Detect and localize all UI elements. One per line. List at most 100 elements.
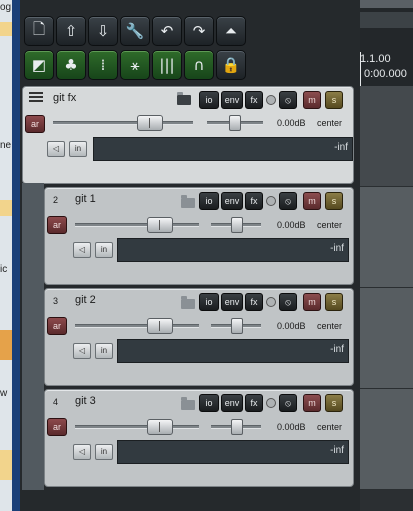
automation-read-button[interactable]: ar: [47, 418, 67, 436]
timeline-marker-label: 1.1.00: [360, 53, 391, 65]
record-arm-indicator-icon: [266, 95, 276, 105]
volume-slider-track[interactable]: [75, 324, 199, 328]
pan-slider-knob[interactable]: [231, 217, 243, 233]
fx-button[interactable]: fx: [245, 293, 263, 311]
redo-icon[interactable]: ↷: [184, 16, 214, 46]
volume-slider-knob[interactable]: [137, 115, 163, 131]
envelope-button[interactable]: env: [221, 394, 243, 412]
track-4[interactable]: 4 git 3 io env fx ⦸ m s ar 0.00dB center ◁ in -inf: [44, 389, 354, 487]
track-list-icon[interactable]: [29, 91, 43, 103]
master-track[interactable]: git fx io env fx ⦸ m s ar 0.00dB center …: [22, 86, 354, 184]
automation-read-button[interactable]: ar: [25, 115, 45, 133]
record-arm-indicator-icon: [266, 398, 276, 408]
track-name[interactable]: git 3: [75, 395, 96, 407]
desktop-icon: [0, 22, 12, 36]
io-button[interactable]: io: [199, 394, 219, 412]
volume-slider-track[interactable]: [53, 121, 193, 125]
peak-meter: -inf: [93, 137, 353, 161]
record-arm-indicator-icon: [266, 196, 276, 206]
folder-icon[interactable]: [181, 195, 195, 208]
automation-read-button[interactable]: ar: [47, 216, 67, 234]
item-grouping-icon[interactable]: |||: [152, 50, 182, 80]
arrange-lane: [360, 86, 413, 187]
track-number: 4: [53, 397, 59, 407]
phase-invert-icon[interactable]: ⦸: [279, 293, 297, 311]
input-button[interactable]: in: [95, 242, 113, 258]
track-number: 2: [53, 195, 59, 205]
solo-button[interactable]: s: [325, 394, 343, 412]
track-2[interactable]: 2 git 1 io env fx ⦸ m s ar 0.00dB center ◁ in -inf: [44, 187, 354, 285]
input-button[interactable]: in: [69, 141, 87, 157]
phase-invert-icon[interactable]: ⦸: [279, 394, 297, 412]
preferences-wrench-icon[interactable]: 🔧: [120, 16, 150, 46]
automation-read-button[interactable]: ar: [47, 317, 67, 335]
phase-invert-icon[interactable]: ⦸: [279, 192, 297, 210]
folder-icon[interactable]: [181, 296, 195, 309]
record-arm-indicator-icon: [266, 297, 276, 307]
envelope-button[interactable]: env: [221, 293, 243, 311]
timeline-position-label: 0:00.000: [364, 68, 407, 80]
fx-button[interactable]: fx: [245, 394, 263, 412]
snap-grid-icon[interactable]: ⁞: [88, 50, 118, 80]
meter-readout: -inf: [330, 445, 344, 456]
ripple-editing-icon[interactable]: ⚹: [120, 50, 150, 80]
timeline-ruler[interactable]: 1.1.00 0:00.000: [360, 0, 413, 86]
mute-button[interactable]: m: [303, 293, 321, 311]
meter-readout: -inf: [330, 344, 344, 355]
monitor-speaker-icon[interactable]: ◁: [73, 242, 91, 258]
phase-invert-icon[interactable]: ⦸: [279, 91, 297, 109]
folder-icon[interactable]: [177, 92, 191, 105]
track-3[interactable]: 3 git 2 io env fx ⦸ m s ar 0.00dB center ◁ in -inf: [44, 288, 354, 386]
input-button[interactable]: in: [95, 343, 113, 359]
track-name[interactable]: git 2: [75, 294, 96, 306]
undo-icon[interactable]: ↶: [152, 16, 182, 46]
folder-icon[interactable]: [181, 397, 195, 410]
desktop-text-fragment: ne: [0, 140, 12, 151]
solo-button[interactable]: s: [325, 293, 343, 311]
volume-slider-knob[interactable]: [147, 419, 173, 435]
open-project-icon[interactable]: ⇧: [56, 16, 86, 46]
arrange-lane: [360, 288, 413, 389]
monitor-speaker-icon[interactable]: ◁: [73, 343, 91, 359]
auto-crossfade-icon[interactable]: ◩: [24, 50, 54, 80]
volume-slider-knob[interactable]: [147, 318, 173, 334]
volume-readout: 0.00dB: [277, 118, 306, 128]
input-button[interactable]: in: [95, 444, 113, 460]
fx-button[interactable]: fx: [245, 192, 263, 210]
lock-icon[interactable]: 🔒: [216, 50, 246, 80]
volume-slider-knob[interactable]: [147, 217, 173, 233]
io-button[interactable]: io: [199, 91, 219, 109]
pan-slider-knob[interactable]: [231, 419, 243, 435]
envelope-button[interactable]: env: [221, 91, 243, 109]
mute-button[interactable]: m: [303, 91, 321, 109]
pan-slider-knob[interactable]: [231, 318, 243, 334]
folder-indent-strip: [22, 183, 44, 490]
save-project-icon[interactable]: ⇩: [88, 16, 118, 46]
solo-button[interactable]: s: [325, 91, 343, 109]
volume-slider-track[interactable]: [75, 425, 199, 429]
loop-icon[interactable]: ∩: [184, 50, 214, 80]
pan-readout: center: [317, 321, 343, 331]
monitor-speaker-icon[interactable]: ◁: [73, 444, 91, 460]
track-name[interactable]: git fx: [53, 92, 76, 104]
envelope-button[interactable]: env: [221, 192, 243, 210]
io-button[interactable]: io: [199, 192, 219, 210]
mute-button[interactable]: m: [303, 192, 321, 210]
track-name[interactable]: git 1: [75, 193, 96, 205]
scrollbar-top[interactable]: [360, 0, 413, 8]
metronome-icon[interactable]: ⏶: [216, 16, 246, 46]
monitor-speaker-icon[interactable]: ◁: [47, 141, 65, 157]
ruler-region-bar: [360, 12, 413, 28]
volume-readout: 0.00dB: [277, 422, 306, 432]
edit-cursor: [360, 52, 361, 86]
fx-button[interactable]: fx: [245, 91, 263, 109]
io-button[interactable]: io: [199, 293, 219, 311]
pan-readout: center: [317, 220, 343, 230]
solo-button[interactable]: s: [325, 192, 343, 210]
new-project-icon[interactable]: 🗋: [24, 16, 54, 46]
volume-slider-track[interactable]: [75, 223, 199, 227]
desktop-text-fragment: ic: [0, 264, 8, 275]
mute-button[interactable]: m: [303, 394, 321, 412]
pan-slider-knob[interactable]: [229, 115, 241, 131]
grouping-icon[interactable]: ♣: [56, 50, 86, 80]
